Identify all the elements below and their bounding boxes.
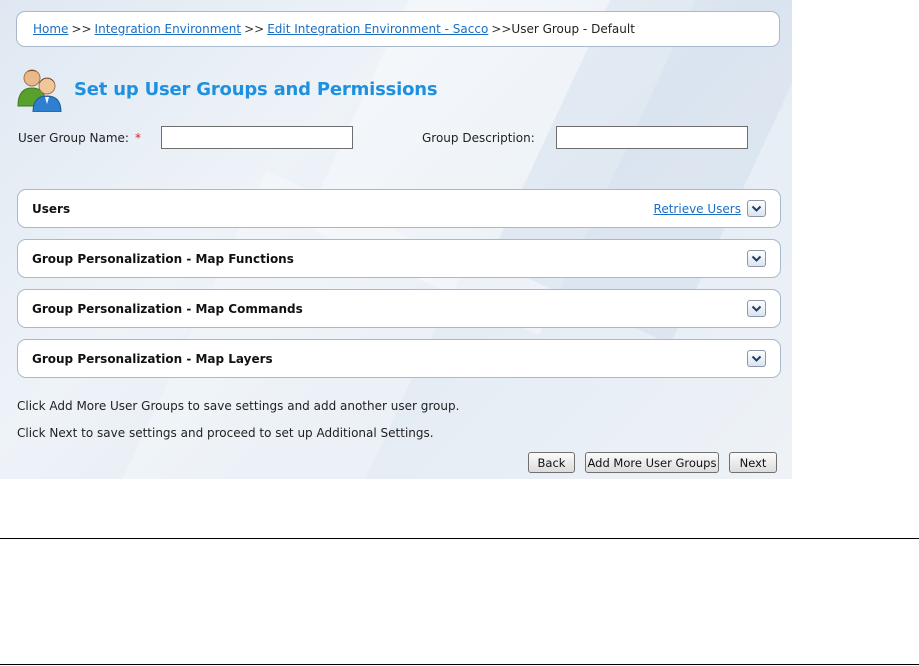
info-next-text: Click Next to save settings and proceed … (17, 426, 434, 440)
map-layers-panel-title: Group Personalization - Map Layers (32, 351, 273, 366)
group-description-label: Group Description: (422, 131, 535, 145)
info-add-more-text: Click Add More User Groups to save setti… (17, 399, 460, 413)
app-screen: Home >> Integration Environment >> Edit … (0, 0, 792, 479)
add-more-user-groups-button[interactable]: Add More User Groups (585, 452, 719, 473)
next-button[interactable]: Next (729, 452, 777, 473)
page-title: Set up User Groups and Permissions (74, 78, 438, 100)
chevron-down-icon (751, 355, 762, 362)
users-expand-button[interactable] (747, 200, 766, 217)
breadcrumb-current: User Group - Default (511, 22, 635, 36)
users-panel-title: Users (32, 201, 71, 216)
chevron-down-icon (751, 205, 762, 212)
map-commands-panel-header[interactable]: Group Personalization - Map Commands (17, 289, 781, 328)
breadcrumb-link-home[interactable]: Home (33, 22, 68, 36)
breadcrumb-separator: >> (491, 22, 512, 36)
divider-line (0, 664, 919, 665)
users-panel-header[interactable]: Users Retrieve Users (17, 189, 781, 228)
group-name-input[interactable] (161, 126, 353, 149)
map-layers-panel-header[interactable]: Group Personalization - Map Layers (17, 339, 781, 378)
users-group-icon (16, 66, 64, 113)
required-marker: * (134, 131, 141, 145)
chevron-down-icon (751, 305, 762, 312)
group-description-input[interactable] (556, 126, 748, 149)
group-name-label: User Group Name: * (18, 131, 141, 145)
breadcrumb: Home >> Integration Environment >> Edit … (16, 11, 780, 47)
breadcrumb-link-edit-integration-environment[interactable]: Edit Integration Environment - Sacco (267, 22, 488, 36)
map-commands-expand-button[interactable] (747, 300, 766, 317)
map-functions-panel-title: Group Personalization - Map Functions (32, 251, 294, 266)
page-header: Set up User Groups and Permissions (16, 66, 438, 113)
group-name-label-text: User Group Name: (18, 131, 129, 145)
map-functions-panel-header[interactable]: Group Personalization - Map Functions (17, 239, 781, 278)
retrieve-users-link[interactable]: Retrieve Users (654, 202, 741, 216)
map-commands-panel-title: Group Personalization - Map Commands (32, 301, 303, 316)
map-functions-expand-button[interactable] (747, 250, 766, 267)
map-layers-expand-button[interactable] (747, 350, 766, 367)
chevron-down-icon (751, 255, 762, 262)
divider-line (0, 538, 919, 539)
breadcrumb-separator: >> (71, 22, 92, 36)
back-button[interactable]: Back (528, 452, 575, 473)
breadcrumb-separator: >> (244, 22, 265, 36)
breadcrumb-link-integration-environment[interactable]: Integration Environment (95, 22, 242, 36)
